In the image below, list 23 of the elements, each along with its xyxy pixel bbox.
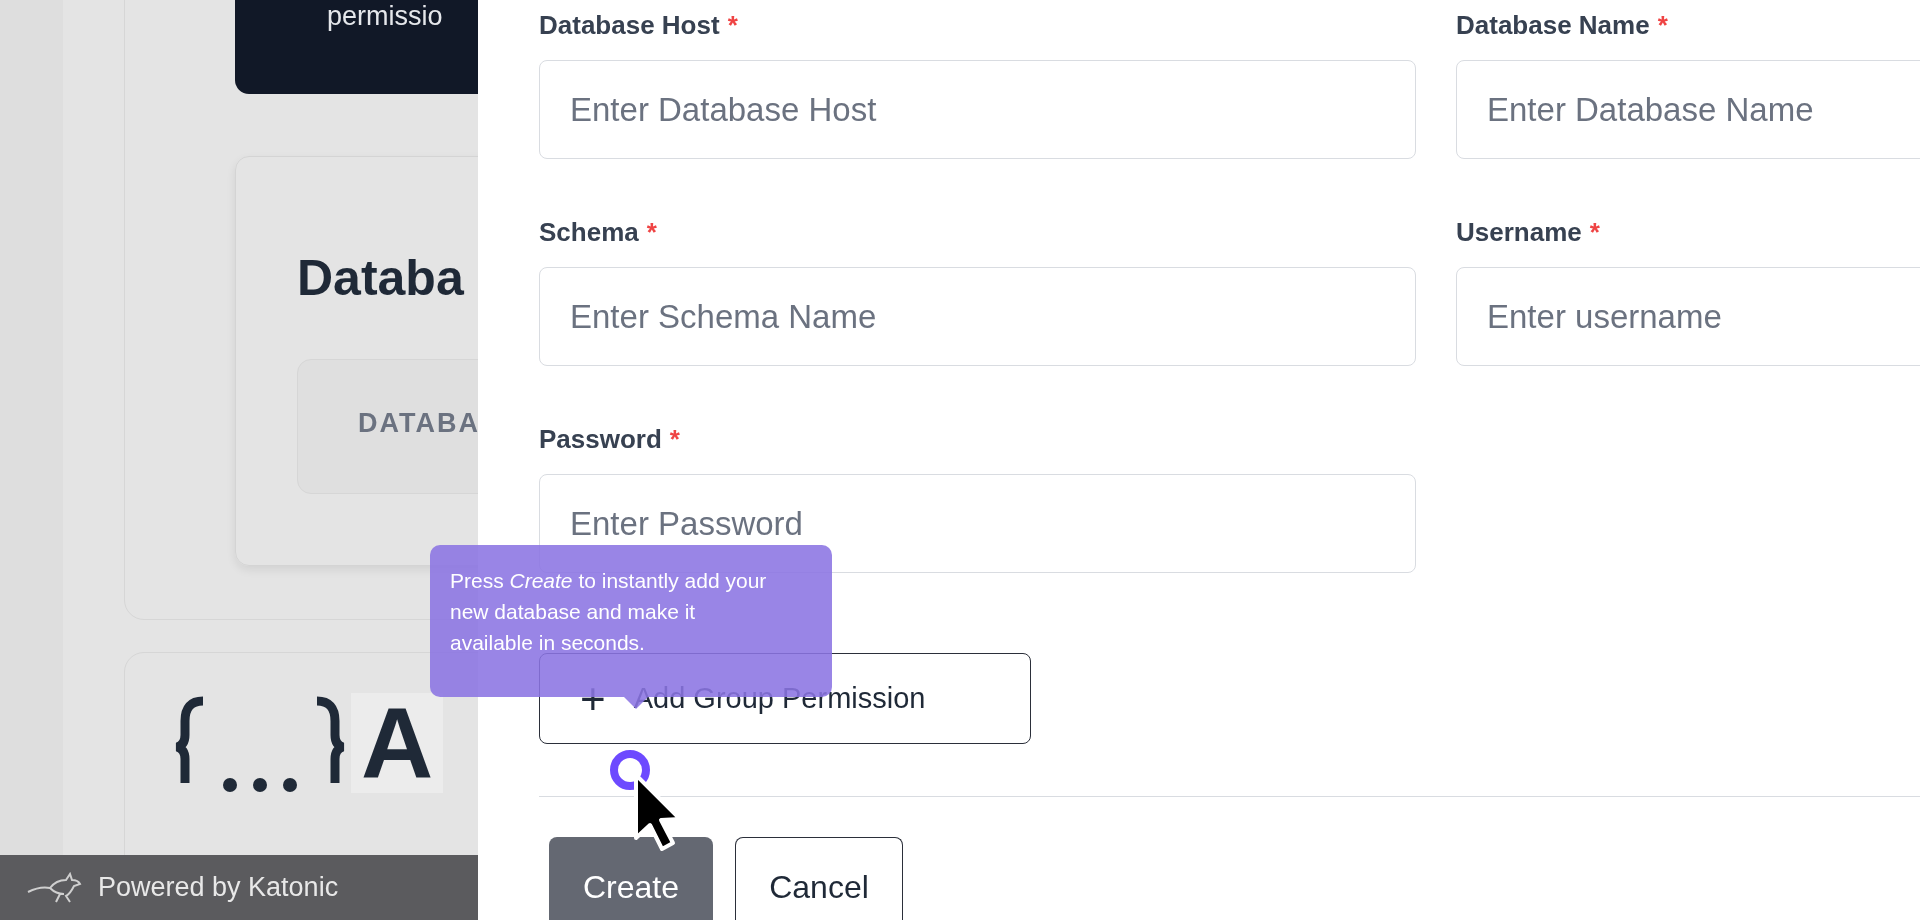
input-field[interactable]: Enter Database Host (539, 60, 1416, 159)
field-label: Database Host (539, 9, 720, 41)
click-ring-icon (610, 750, 650, 790)
field-label: Password (539, 423, 662, 455)
input-field[interactable]: Enter Password (539, 474, 1416, 573)
cancel-button[interactable]: Cancel (735, 837, 903, 920)
card-heading: A (351, 693, 444, 794)
required-marker: * (669, 423, 680, 455)
input-field[interactable]: Enter Schema Name (539, 267, 1416, 366)
create-button[interactable]: Create (549, 837, 713, 920)
field-label: Schema (539, 216, 639, 248)
required-marker: * (727, 9, 738, 41)
input-field[interactable]: Enter Database Name (1456, 60, 1920, 159)
field-label: Database Name (1456, 9, 1650, 41)
input-field[interactable]: Enter username (1456, 267, 1920, 366)
card-heading: Databa (297, 249, 464, 307)
required-marker: * (1657, 9, 1668, 41)
required-marker: * (646, 216, 657, 248)
field-label: Username (1456, 216, 1582, 248)
footer-text: Powered by Katonic (98, 872, 339, 903)
required-marker: * (1589, 216, 1600, 248)
banner-text: permissio (327, 1, 443, 31)
plus-icon: + (580, 676, 606, 721)
